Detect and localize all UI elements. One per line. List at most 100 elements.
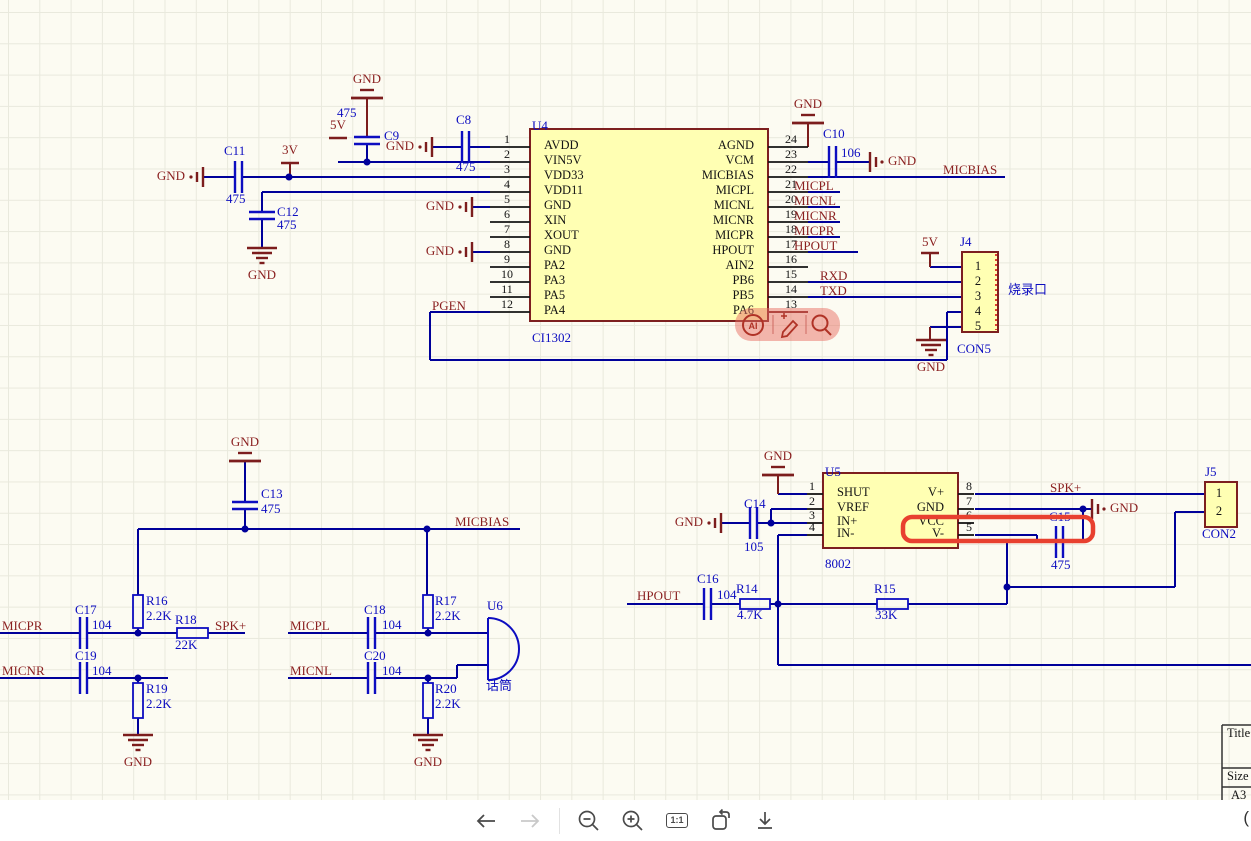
actual-size-button[interactable]: 1:1 [662,806,692,836]
pin-name: PA3 [544,273,565,287]
connector-part-number: CON2 [1202,526,1236,541]
designator-label: 475 [226,191,246,206]
gnd-tap-dot [458,250,461,253]
download-button[interactable] [750,806,780,836]
pin-number: 3 [504,162,510,176]
designator-label: 475 [1051,557,1071,572]
title-block-size-label: Size [1227,769,1249,783]
designator-label: 475 [456,159,476,174]
connector-pin-number: 3 [975,289,981,303]
designator-label: C19 [75,648,97,663]
zoom-in-button[interactable] [618,806,648,836]
pin-number: 7 [504,222,510,236]
pin-number: 22 [785,162,797,176]
pin-name: MICNR [713,213,755,227]
pin-number: 4 [504,177,510,191]
pin-number: 1 [809,479,815,493]
designator-label: 104 [92,617,112,632]
download-icon [753,809,777,833]
pin-number: 5 [966,520,972,534]
gnd-label: GND [764,448,792,463]
gnd-label: GND [917,359,945,374]
net-label: RXD [820,268,847,283]
pin-name: SHUT [837,485,870,499]
gnd-label: GND [231,434,259,449]
connector-designator: J4 [960,234,972,249]
designator-label: 2.2K [146,696,172,711]
forward-button[interactable] [515,806,545,836]
designator-label: 104 [92,663,112,678]
pin-name: V+ [928,485,944,499]
connector-pin-number: 2 [975,274,981,288]
ic-designator: U5 [825,464,841,479]
junction-dot [425,675,432,682]
rotate-button[interactable] [706,806,736,836]
pin-name: PA2 [544,258,565,272]
net-label: MICPL [794,178,834,193]
junction-dot [135,630,142,637]
designator-label: 104 [382,617,402,632]
pin-name: MICPR [715,228,755,242]
pin-name: AVDD [544,138,579,152]
gnd-label: GND [353,71,381,86]
connector-pin-number: 1 [1216,486,1222,500]
designator-label: 2.2K [435,696,461,711]
pin-number: 7 [966,494,972,508]
pin-name: IN- [837,526,854,540]
connector-pin-number: 2 [1216,504,1222,518]
junction-dot [135,675,142,682]
designator-label: 475 [261,501,281,516]
pin-name: PA5 [544,288,565,302]
schematic-canvas: U4CI13021AVDD2VIN5V3VDD334VDD115GND6XIN7… [0,0,1251,800]
designator-label: C13 [261,486,283,501]
ai-logo-text: AI [749,321,758,331]
pin-number: 4 [809,520,815,534]
connector-designator: J5 [1205,464,1217,479]
forward-arrow-icon [519,812,541,830]
net-label: MICBIAS [943,162,997,177]
pin-name: VCM [726,153,754,167]
connector-pin-number: 4 [975,304,982,318]
designator-label: 106 [841,145,861,160]
designator-label: C17 [75,602,97,617]
pin-name: GND [917,500,944,514]
junction-dot [425,630,432,637]
gnd-label: GND [426,198,454,213]
gnd-label: GND [888,153,916,168]
gnd-tap-dot [880,160,883,163]
net-label: MICNL [290,663,332,678]
gnd-label: GND [426,243,454,258]
zoom-out-button[interactable] [574,806,604,836]
designator-label: R20 [435,681,457,696]
pin-number: 15 [785,267,797,281]
schematic-drawing: U4CI13021AVDD2VIN5V3VDD334VDD115GND6XIN7… [0,0,1251,800]
pin-name: XOUT [544,228,579,242]
designator-label: R15 [874,581,896,596]
resistor-R17 [423,595,433,628]
designator-label: 104 [717,587,737,602]
pin-number: 8 [966,479,972,493]
pin-number: 12 [501,297,513,311]
connector-part-number: CON5 [957,341,991,356]
microphone-symbol [488,618,519,680]
designator-label: R14 [736,581,758,596]
net-label: MICNR [794,208,837,223]
pin-number: 14 [785,282,797,296]
pin-name: AGND [718,138,754,152]
pin-name: HPOUT [712,243,754,257]
resistor-R20 [423,683,433,718]
net-label: MICBIAS [455,514,509,529]
pin-name: PB6 [732,273,754,287]
junction-dot [242,526,249,533]
back-arrow-icon [475,812,497,830]
pin-name: VDD33 [544,168,584,182]
pin-number: 10 [501,267,513,281]
viewer-toolbar: 1:1 [0,800,1251,841]
pin-name: VDD11 [544,183,583,197]
designator-label: C9 [384,128,399,143]
pin-name: PB5 [732,288,754,302]
pin-name: GND [544,243,571,257]
title-block-size-value: A3 [1231,788,1246,800]
designator-label: C18 [364,602,386,617]
back-button[interactable] [471,806,501,836]
